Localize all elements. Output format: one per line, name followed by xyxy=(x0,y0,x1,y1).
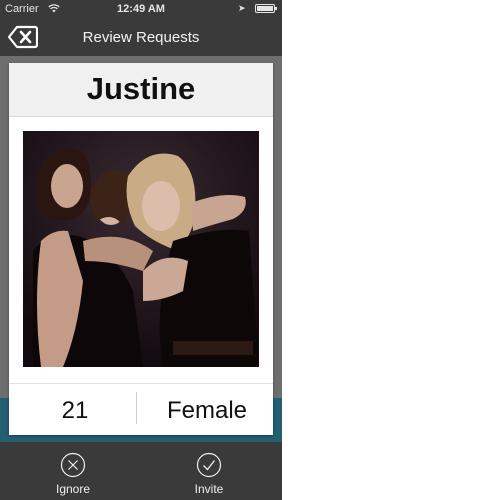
invite-label: Invite xyxy=(194,482,224,496)
profile-age: 21 xyxy=(61,397,89,424)
name-header: Justine xyxy=(9,63,273,117)
profile-gender: Female xyxy=(166,397,248,424)
page-title: Review Requests xyxy=(82,29,200,46)
circle-check-icon xyxy=(196,452,222,478)
battery-icon xyxy=(255,4,277,13)
circle-x-icon xyxy=(60,452,86,478)
info-divider xyxy=(136,392,137,424)
card-divider xyxy=(9,383,273,384)
profile-photo xyxy=(23,131,259,367)
profile-name: Justine xyxy=(86,71,196,106)
ignore-label: Ignore xyxy=(55,482,91,496)
profile-card[interactable]: Justine 21 Female xyxy=(9,63,273,435)
status-bar: Carrier 12:49 AM ➤ xyxy=(0,0,282,18)
phone-screen: Carrier 12:49 AM ➤ Review Requests Justi… xyxy=(0,0,282,500)
nav-bar: Review Requests xyxy=(0,18,282,56)
invite-button[interactable]: Invite xyxy=(169,452,249,496)
ignore-button[interactable]: Ignore xyxy=(33,452,113,496)
location-icon: ➤ xyxy=(238,3,246,13)
action-toolbar: Ignore Invite xyxy=(0,442,282,500)
